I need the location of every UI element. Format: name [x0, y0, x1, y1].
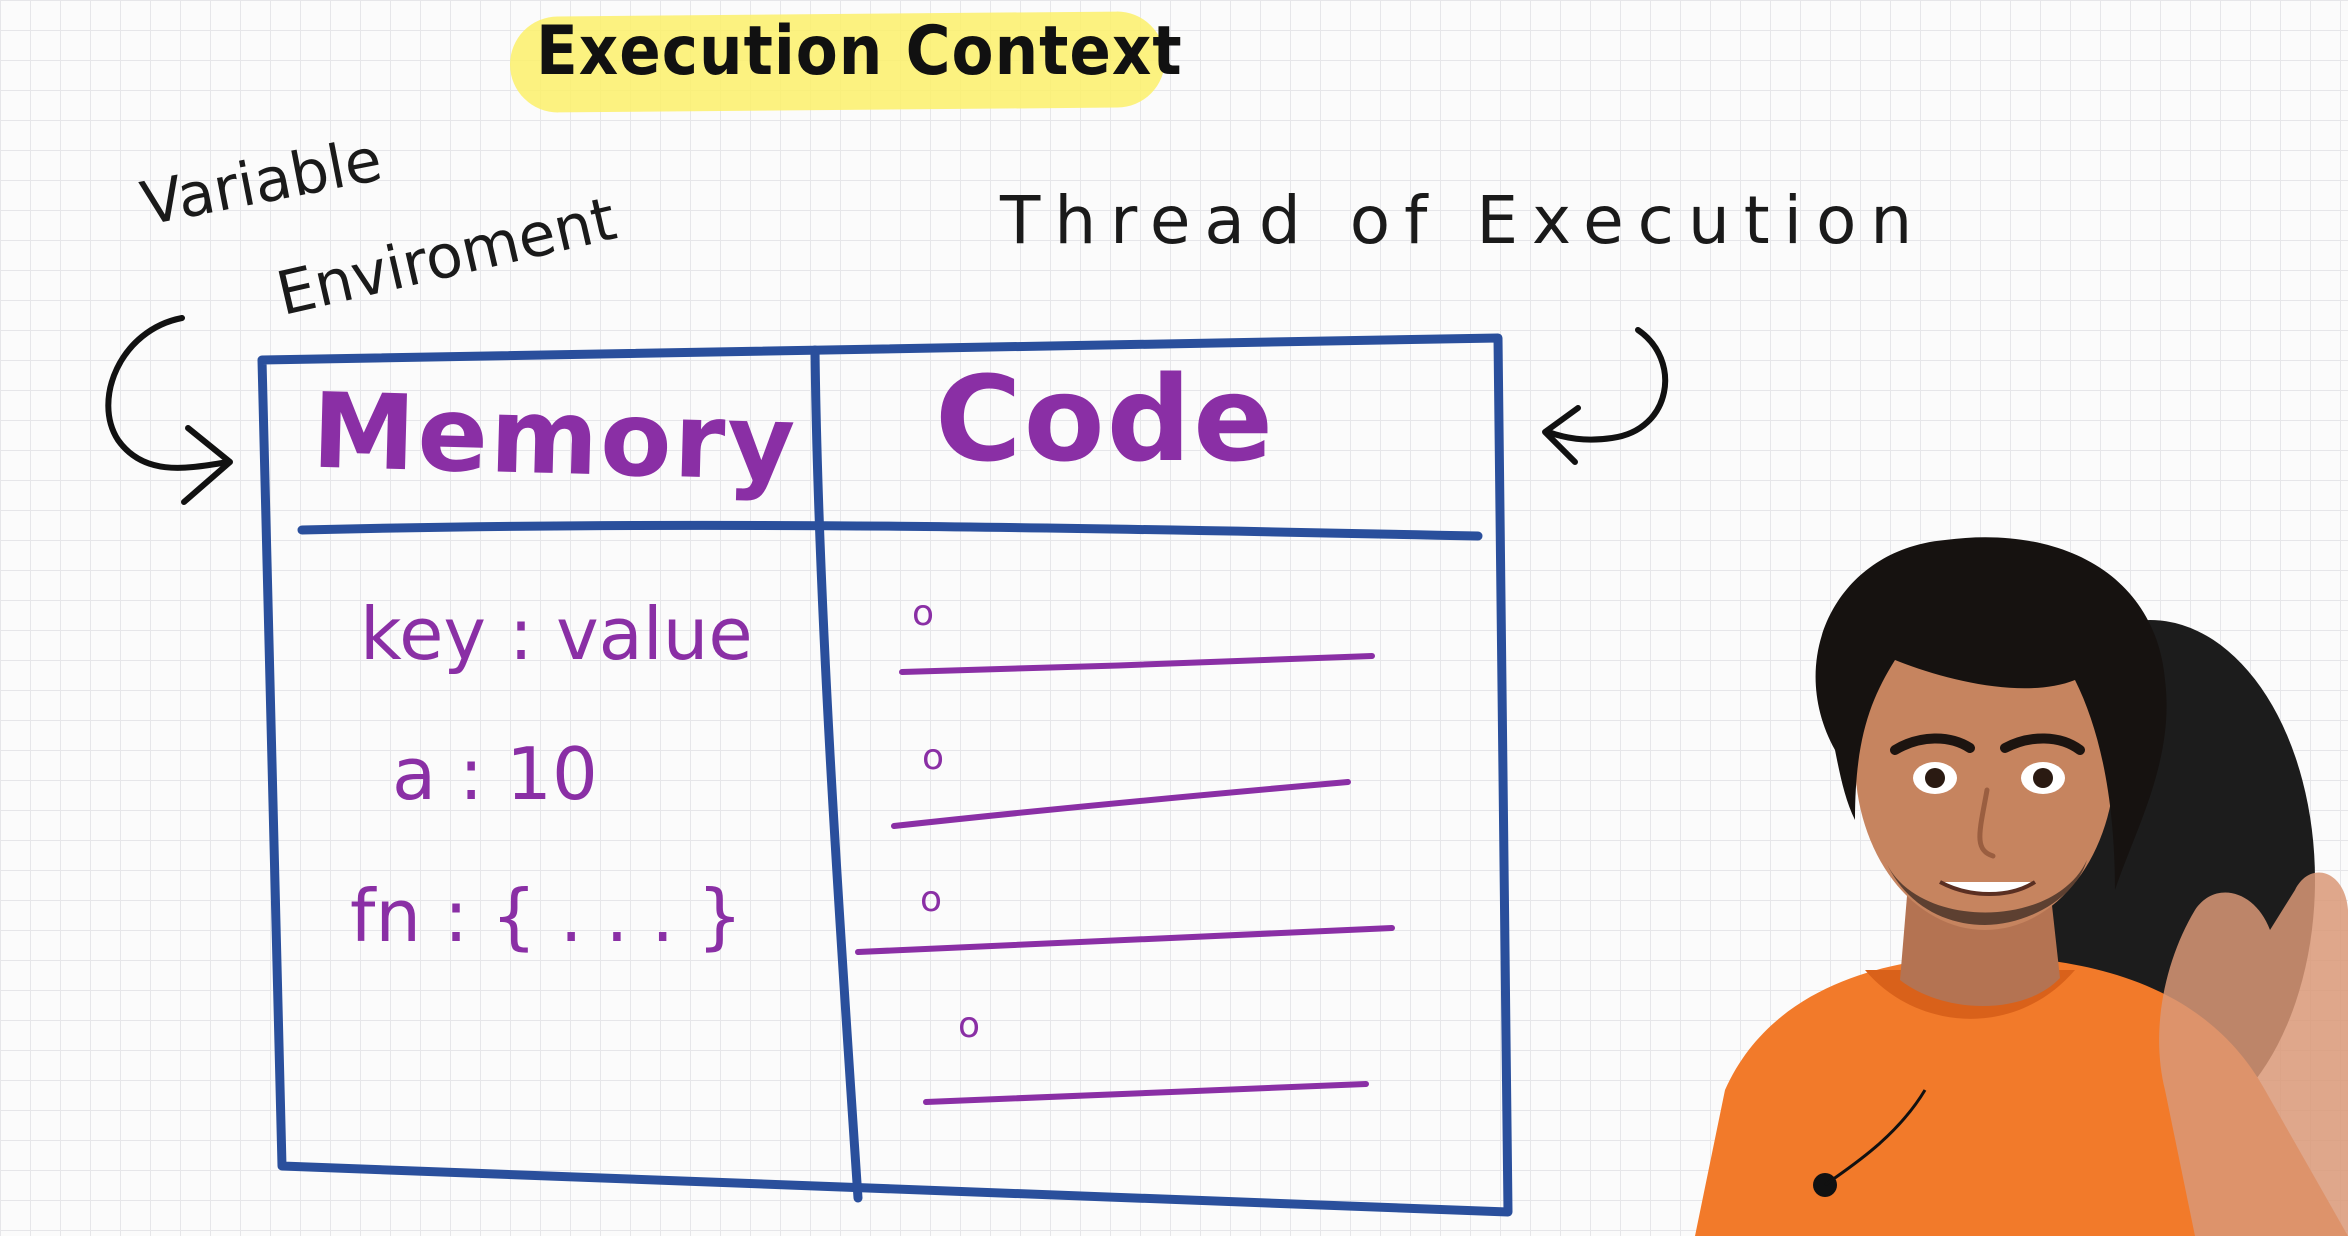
- whiteboard: Execution Context Variable Enviroment Th…: [0, 0, 2348, 1236]
- arrow-right-icon: [1545, 327, 1669, 443]
- memory-header: Memory: [310, 369, 799, 505]
- code-line-3: [855, 925, 1395, 955]
- memory-row-key-value: key : value: [360, 592, 753, 676]
- code-line-2: [891, 779, 1351, 829]
- presenter-video-overlay: [1695, 530, 2348, 1236]
- column-divider: [810, 345, 863, 1203]
- code-line-1: [899, 653, 1375, 675]
- code-step-marker: o: [922, 737, 945, 778]
- code-header: Code: [935, 350, 1276, 488]
- memory-row-fn: fn : { . . . }: [350, 874, 743, 958]
- code-step-marker: o: [958, 1005, 981, 1046]
- memory-row-a: a : 10: [392, 732, 598, 816]
- code-step-marker: o: [920, 879, 943, 920]
- code-line-4: [923, 1081, 1369, 1105]
- header-divider: [297, 520, 1483, 541]
- code-step-marker: o: [912, 593, 935, 634]
- presenter-figure: [1695, 537, 2348, 1236]
- hand-shape: [2159, 872, 2348, 1236]
